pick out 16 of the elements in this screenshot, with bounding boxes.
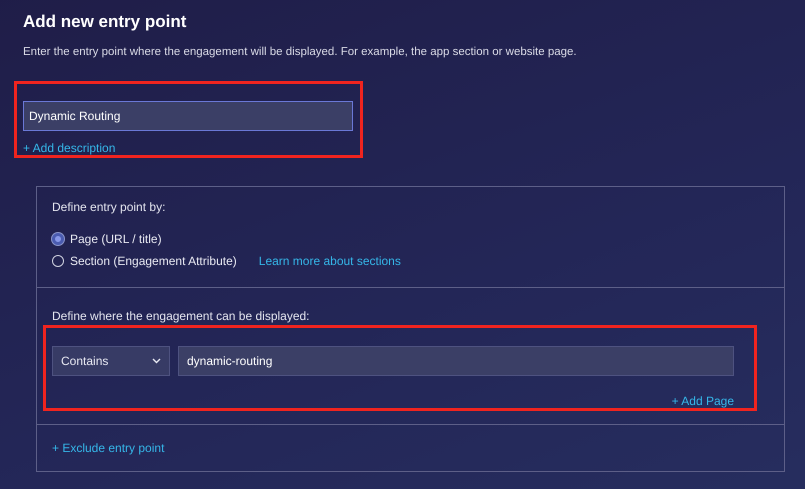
dropdown-value: Contains [61,353,108,370]
page-title: Add new entry point [23,12,188,32]
radio-label[interactable]: Page (URL / title) [70,230,162,248]
name-input-field[interactable]: Dynamic Routing [23,101,353,132]
page-description: Enter the entry point where the engagement will be displayed. For example, the app section or website page. [23,45,578,60]
radio-button[interactable] [52,233,64,246]
chevron-down-icon [152,358,161,364]
learn-more-link[interactable]: Learn more about sections [258,252,401,270]
section-label: Define entry point by: [52,199,166,216]
section-label: Define where the engagement can be displayed: [52,308,311,326]
radio-label[interactable]: Section (Engagement Attribute) [70,252,237,270]
exclude-entry-point-link[interactable]: + Exclude entry point [52,441,164,456]
add-page-link[interactable]: + Add Page [672,392,734,410]
add-description-link[interactable]: + Add description [23,139,116,158]
page-match-input-field[interactable]: dynamic-routing [178,346,734,376]
operator-dropdown[interactable]: Contains [52,346,170,376]
